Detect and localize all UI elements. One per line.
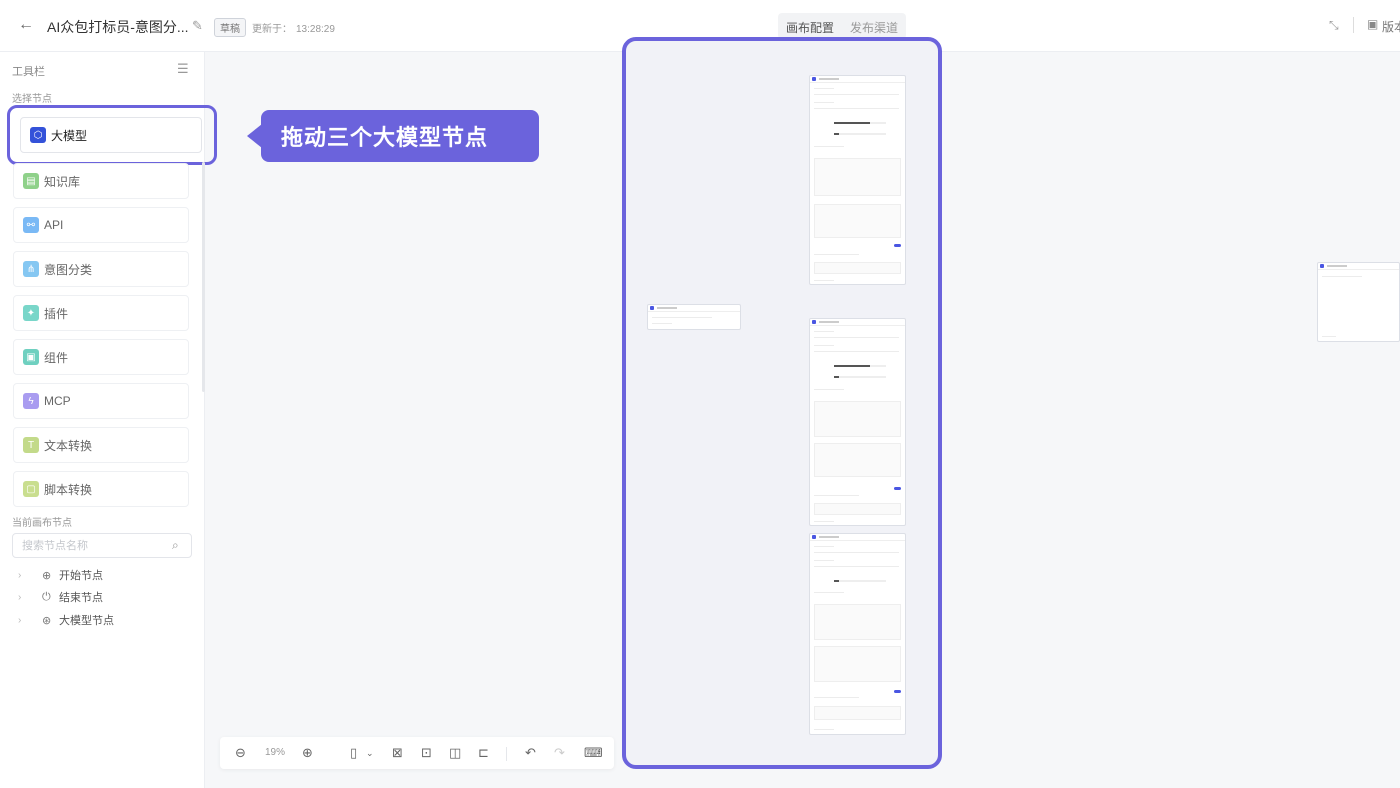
chevron-right-icon[interactable]: › [18, 615, 42, 626]
fit-view-icon[interactable]: ⊠ [392, 745, 403, 761]
tool-item-script-convert[interactable]: ▢ 脚本转换 [13, 471, 189, 507]
tab-publish-channel[interactable]: 发布渠道 [842, 13, 906, 39]
chevron-down-icon[interactable]: ⌄ [366, 748, 374, 759]
search-icon[interactable]: ⌕ [172, 538, 179, 553]
sidebar: 工具栏 ☰ 选择节点 ⬡ 大模型 ▤ 知识库 ⚯ API ⋔ 意图分类 ✦ 插件… [0, 52, 217, 788]
back-arrow-icon[interactable]: ← [18, 16, 34, 34]
mcp-icon: ϟ [23, 393, 39, 409]
model-node-icon: ⊛ [42, 614, 52, 627]
component-icon: ▣ [23, 349, 39, 365]
tool-item-label: 插件 [44, 306, 69, 321]
tool-item-knowledge[interactable]: ▤ 知识库 [13, 163, 189, 199]
chevron-right-icon[interactable]: › [18, 592, 42, 603]
tree-item-end[interactable]: › ⏻ 结束节点 [18, 589, 103, 605]
minimap-icon[interactable]: ⊡ [421, 745, 432, 761]
tool-item-label: 文本转换 [44, 438, 93, 453]
node-search[interactable]: ⌕ [12, 533, 192, 558]
app-title: AI众包打标员-意图分... [47, 19, 189, 35]
text-icon: T [23, 437, 39, 453]
tool-item-label: 组件 [44, 350, 69, 365]
intent-icon: ⋔ [23, 261, 39, 277]
divider [1353, 17, 1354, 33]
tree-item-label: 大模型节点 [59, 615, 114, 627]
edit-pencil-icon[interactable]: ✎ [192, 18, 203, 34]
callout-pointer [247, 124, 262, 148]
tool-item-plugin[interactable]: ✦ 插件 [13, 295, 189, 331]
tree-item-label: 结束节点 [59, 592, 103, 604]
highlight-ring [7, 105, 217, 165]
tool-item-label: MCP [44, 394, 71, 408]
zoom-level: 19% [265, 747, 286, 758]
power-icon: ⏻ [42, 590, 51, 603]
start-icon: ⊕ [42, 569, 52, 582]
connector-icon[interactable]: ⊏ [478, 745, 489, 761]
chevron-right-icon[interactable]: › [18, 570, 42, 581]
mouse-mode-icon[interactable]: ▯ [350, 745, 357, 761]
zoom-out-icon[interactable]: ⊖ [235, 745, 246, 761]
end-node[interactable] [1317, 262, 1400, 342]
header-tabs: 画布配置 发布渠道 [778, 13, 907, 39]
canvas-nodes-label: 当前画布节点 [12, 518, 72, 529]
tab-canvas-config[interactable]: 画布配置 [778, 13, 842, 39]
tool-item-label: 知识库 [44, 174, 81, 189]
zoom-in-icon[interactable]: ⊕ [302, 745, 313, 761]
instruction-callout: 拖动三个大模型节点 [261, 110, 539, 162]
script-icon: ▢ [23, 481, 39, 497]
start-node[interactable] [647, 304, 741, 330]
search-input[interactable] [13, 534, 163, 557]
llm-node[interactable] [809, 75, 906, 285]
tool-item-text-convert[interactable]: T 文本转换 [13, 427, 189, 463]
api-icon: ⚯ [23, 217, 39, 233]
tree-item-start[interactable]: › ⊕ 开始节点 [18, 567, 103, 583]
updated-time: 更新于： 13:28:29 [252, 24, 335, 35]
tool-item-intent[interactable]: ⋔ 意图分类 [13, 251, 189, 287]
llm-node[interactable] [809, 533, 906, 735]
tree-item-label: 开始节点 [59, 570, 103, 582]
tool-item-label: 意图分类 [44, 262, 93, 277]
canvas-toolbar: ⊖ 19% ⊕ ▯ ⌄ ⊠ ⊡ ◫ ⊏ ↶ ↷ ⌨ [220, 737, 614, 769]
sidebar-title: 工具栏 [12, 66, 45, 78]
undo-icon[interactable]: ↶ [525, 745, 536, 761]
plugin-icon: ✦ [23, 305, 39, 321]
select-node-label: 选择节点 [12, 94, 52, 105]
layout-icon[interactable]: ◫ [449, 745, 461, 761]
knowledge-icon: ▤ [23, 173, 39, 189]
tool-item-mcp[interactable]: ϟ MCP [13, 383, 189, 419]
collapse-icon[interactable]: ⤡ [1329, 18, 1339, 33]
tree-item-model[interactable]: › ⊛ 大模型节点 [18, 612, 114, 628]
tool-item-label: API [44, 218, 64, 232]
menu-icon[interactable]: ☰ [177, 61, 189, 77]
llm-node[interactable] [809, 318, 906, 526]
version-button[interactable]: 版本 [1382, 18, 1400, 35]
divider [506, 747, 507, 761]
tool-item-label: 脚本转换 [44, 482, 93, 497]
status-badge: 草稿 [214, 18, 246, 37]
version-icon[interactable]: ▣ [1367, 17, 1378, 31]
tool-item-api[interactable]: ⚯ API [13, 207, 189, 243]
tool-item-component[interactable]: ▣ 组件 [13, 339, 189, 375]
redo-icon[interactable]: ↷ [554, 745, 565, 761]
scrollbar[interactable] [202, 162, 205, 392]
keyboard-icon[interactable]: ⌨ [584, 745, 603, 761]
